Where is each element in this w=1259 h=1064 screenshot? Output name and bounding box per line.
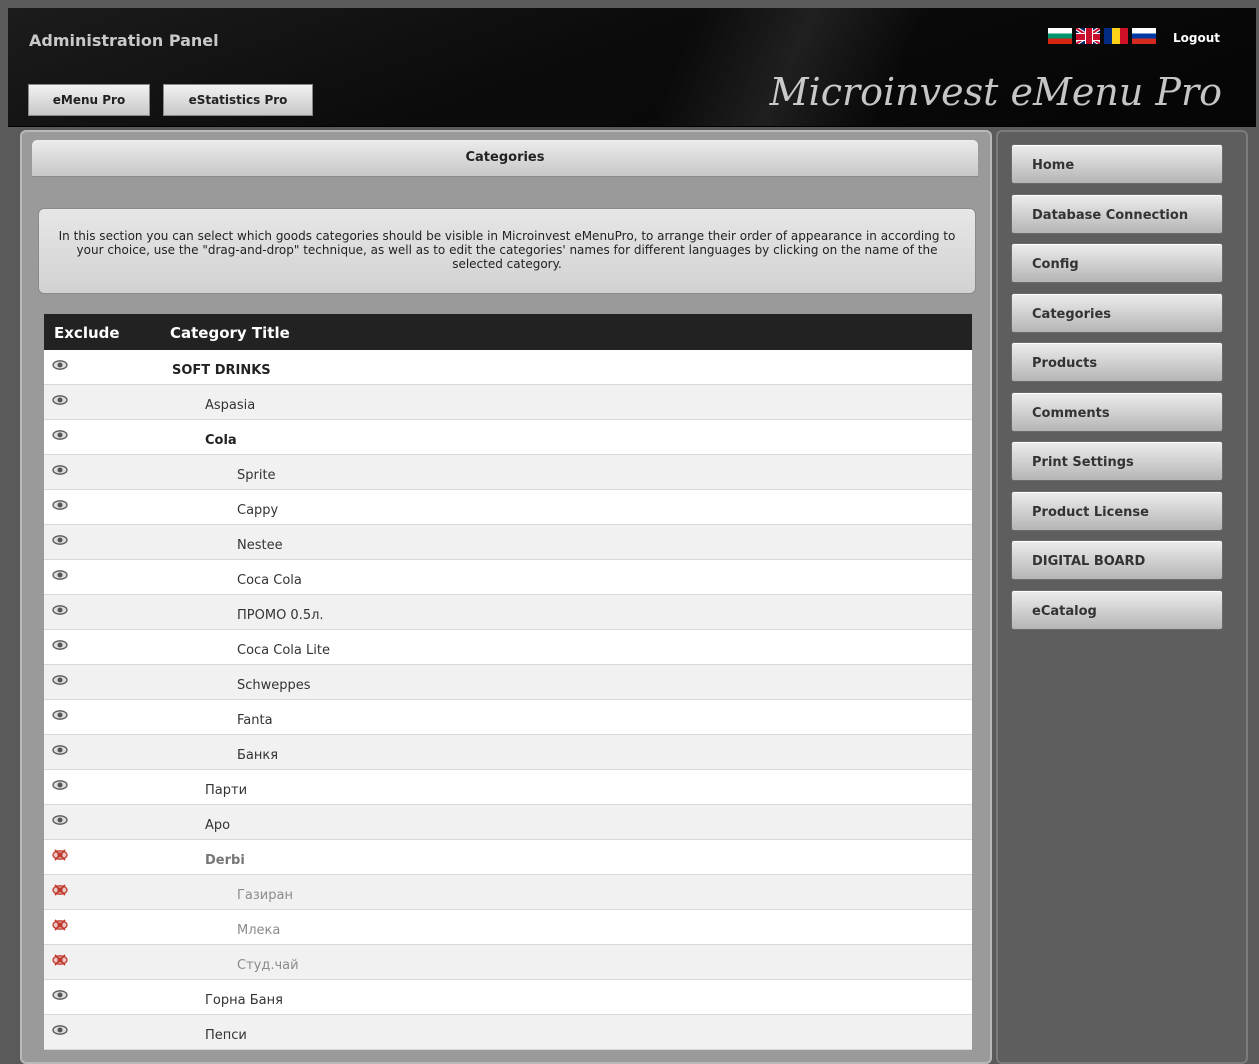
eye-icon[interactable] bbox=[52, 814, 68, 826]
table-row[interactable]: Парти bbox=[44, 770, 972, 805]
category-title[interactable]: Пепси bbox=[205, 1028, 247, 1043]
sidebar-item-home[interactable]: Home bbox=[1011, 144, 1223, 184]
eye-icon[interactable] bbox=[52, 639, 68, 651]
eye-icon[interactable] bbox=[52, 1024, 68, 1036]
table-row[interactable]: Пепси bbox=[44, 1015, 972, 1050]
category-title[interactable]: Газиран bbox=[237, 888, 293, 903]
sidebar-nav: Home Database Connection Config Categori… bbox=[996, 130, 1248, 1064]
eye-icon[interactable] bbox=[52, 499, 68, 511]
category-title[interactable]: Sprite bbox=[237, 468, 276, 483]
table-row[interactable]: Schweppes bbox=[44, 665, 972, 700]
table-row[interactable]: Aspasia bbox=[44, 385, 972, 420]
sidebar-item-products[interactable]: Products bbox=[1011, 342, 1223, 382]
language-flags bbox=[1048, 28, 1160, 44]
sidebar-item-ecatalog[interactable]: eCatalog bbox=[1011, 590, 1223, 630]
uk-flag-icon[interactable] bbox=[1076, 28, 1100, 44]
category-title[interactable]: Млека bbox=[237, 923, 280, 938]
eye-crossed-icon[interactable] bbox=[52, 919, 68, 931]
table-row[interactable]: Студ.чай bbox=[44, 945, 972, 980]
table-row[interactable]: Derbi bbox=[44, 840, 972, 875]
sidebar-item-config[interactable]: Config bbox=[1011, 243, 1223, 283]
categories-table: Exclude Category Title SOFT DRINKS Aspasi… bbox=[44, 314, 972, 1050]
admin-panel-title: Administration Panel bbox=[29, 31, 219, 50]
table-row[interactable]: SOFT DRINKS bbox=[44, 350, 972, 385]
table-row[interactable]: Coca Cola bbox=[44, 560, 972, 595]
eye-icon[interactable] bbox=[52, 604, 68, 616]
table-row[interactable]: Газиран bbox=[44, 875, 972, 910]
table-row[interactable]: Coca Cola Lite bbox=[44, 630, 972, 665]
column-header-exclude: Exclude bbox=[54, 324, 120, 342]
category-title[interactable]: Coca Cola bbox=[237, 573, 302, 588]
eye-icon[interactable] bbox=[52, 569, 68, 581]
table-row[interactable]: Горна Баня bbox=[44, 980, 972, 1015]
table-body: SOFT DRINKS Aspasia Cola Sprite Cappy Nestee C… bbox=[44, 350, 972, 1050]
eye-icon[interactable] bbox=[52, 744, 68, 756]
eye-crossed-icon[interactable] bbox=[52, 849, 68, 861]
table-row[interactable]: Cappy bbox=[44, 490, 972, 525]
table-row[interactable]: Nestee bbox=[44, 525, 972, 560]
section-title: Categories bbox=[32, 140, 978, 177]
category-title[interactable]: ПРОМО 0.5л. bbox=[237, 608, 324, 623]
bulgarian-flag-icon[interactable] bbox=[1048, 28, 1072, 44]
category-title[interactable]: Cappy bbox=[237, 503, 278, 518]
category-title[interactable]: Aspasia bbox=[205, 398, 255, 413]
estatistics-pro-button[interactable]: eStatistics Pro bbox=[163, 84, 313, 116]
sidebar-item-product-license[interactable]: Product License bbox=[1011, 491, 1223, 531]
brand-logo-text: Microinvest eMenu Pro bbox=[769, 70, 1222, 114]
category-title[interactable]: Банкя bbox=[237, 748, 278, 763]
main-panel: Categories In this section you can selec… bbox=[20, 130, 992, 1064]
logout-link[interactable]: Logout bbox=[1173, 31, 1220, 45]
eye-icon[interactable] bbox=[52, 464, 68, 476]
eye-crossed-icon[interactable] bbox=[52, 954, 68, 966]
category-title[interactable]: Студ.чай bbox=[237, 958, 299, 973]
eye-icon[interactable] bbox=[52, 429, 68, 441]
table-row[interactable]: ПРОМО 0.5л. bbox=[44, 595, 972, 630]
sidebar-item-comments[interactable]: Comments bbox=[1011, 392, 1223, 432]
eye-icon[interactable] bbox=[52, 394, 68, 406]
header-bar: Administration Panel eMenu Pro eStatisti… bbox=[8, 8, 1256, 127]
table-header: Exclude Category Title bbox=[44, 314, 972, 350]
table-row[interactable]: Cola bbox=[44, 420, 972, 455]
column-header-category-title: Category Title bbox=[170, 324, 290, 342]
category-title[interactable]: Derbi bbox=[205, 853, 245, 868]
category-title[interactable]: Горна Баня bbox=[205, 993, 283, 1008]
eye-icon[interactable] bbox=[52, 709, 68, 721]
eye-icon[interactable] bbox=[52, 674, 68, 686]
category-title[interactable]: Coca Cola Lite bbox=[237, 643, 330, 658]
table-row[interactable]: Аро bbox=[44, 805, 972, 840]
info-box: In this section you can select which goo… bbox=[38, 208, 976, 294]
sidebar-item-categories[interactable]: Categories bbox=[1011, 293, 1223, 333]
eye-icon[interactable] bbox=[52, 359, 68, 371]
table-row[interactable]: Sprite bbox=[44, 455, 972, 490]
romanian-flag-icon[interactable] bbox=[1104, 28, 1128, 44]
info-text: In this section you can select which goo… bbox=[58, 229, 956, 271]
table-row[interactable]: Млека bbox=[44, 910, 972, 945]
sidebar-item-print-settings[interactable]: Print Settings bbox=[1011, 441, 1223, 481]
eye-icon[interactable] bbox=[52, 534, 68, 546]
sidebar-item-database-connection[interactable]: Database Connection bbox=[1011, 194, 1223, 234]
category-title[interactable]: Парти bbox=[205, 783, 247, 798]
category-title[interactable]: SOFT DRINKS bbox=[172, 363, 271, 378]
emenu-pro-button[interactable]: eMenu Pro bbox=[28, 84, 150, 116]
eye-icon[interactable] bbox=[52, 779, 68, 791]
category-title[interactable]: Аро bbox=[205, 818, 230, 833]
russian-flag-icon[interactable] bbox=[1132, 28, 1156, 44]
eye-crossed-icon[interactable] bbox=[52, 884, 68, 896]
category-title[interactable]: Cola bbox=[205, 433, 237, 448]
eye-icon[interactable] bbox=[52, 989, 68, 1001]
category-title[interactable]: Schweppes bbox=[237, 678, 311, 693]
table-row[interactable]: Банкя bbox=[44, 735, 972, 770]
category-title[interactable]: Nestee bbox=[237, 538, 283, 553]
category-title[interactable]: Fanta bbox=[237, 713, 273, 728]
table-row[interactable]: Fanta bbox=[44, 700, 972, 735]
sidebar-item-digital-board[interactable]: DIGITAL BOARD bbox=[1011, 540, 1223, 580]
